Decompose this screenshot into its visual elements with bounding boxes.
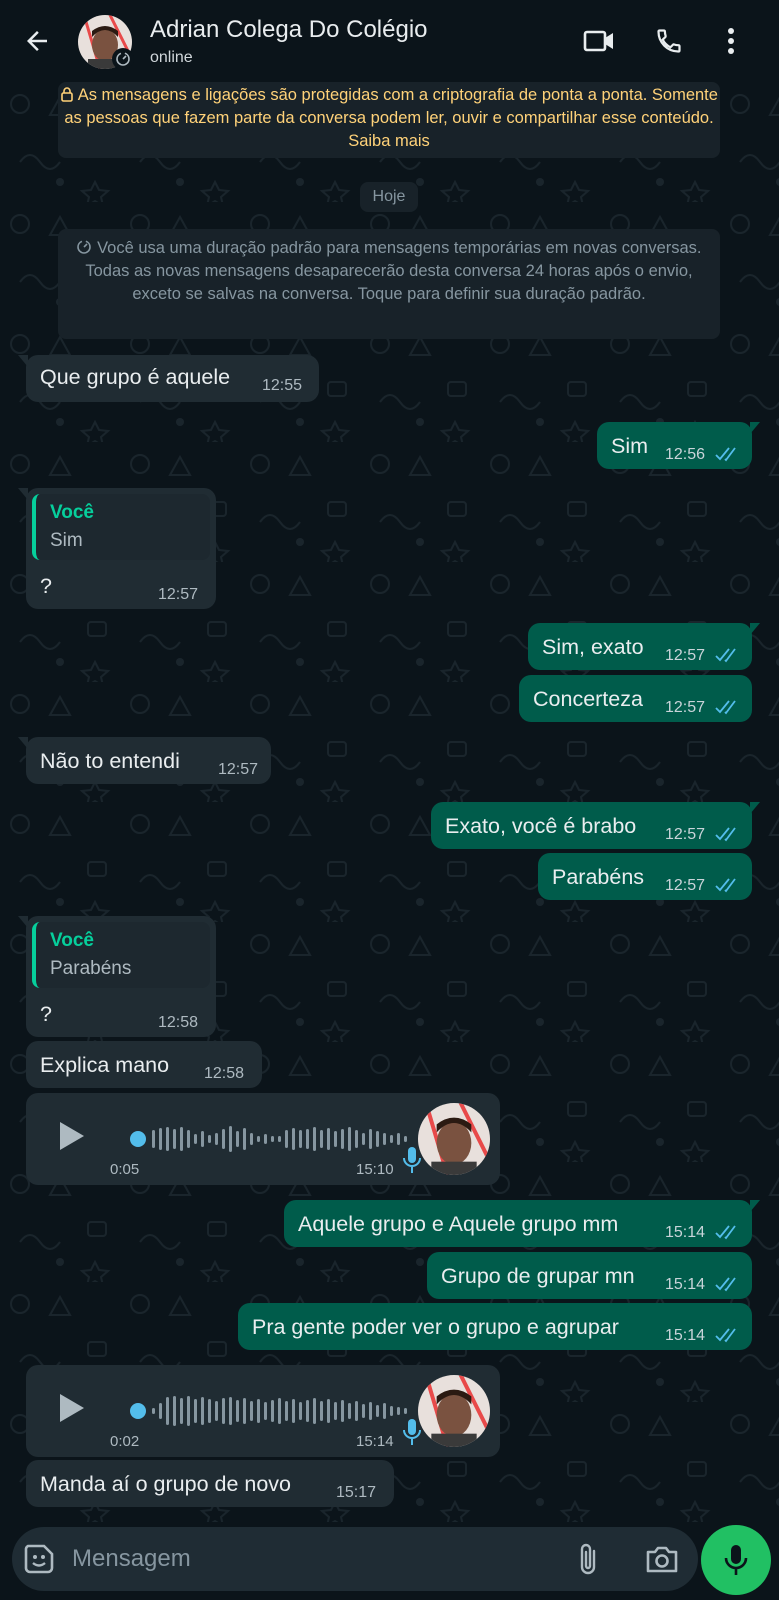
message-text: Manda aí o grupo de novo bbox=[40, 1472, 292, 1496]
audio-waveform[interactable] bbox=[104, 1121, 422, 1157]
message-incoming[interactable]: Explica mano 12:58 bbox=[26, 1041, 262, 1088]
message-text: Não to entendi bbox=[40, 749, 180, 773]
sender-avatar bbox=[418, 1103, 490, 1175]
playback-knob[interactable] bbox=[130, 1403, 146, 1419]
voice-duration: 0:02 bbox=[110, 1433, 140, 1450]
message-incoming[interactable]: Manda aí o grupo de novo 15:17 bbox=[26, 1460, 394, 1507]
message-outgoing[interactable]: Parabéns 12:57 bbox=[538, 853, 752, 900]
timer-icon bbox=[77, 240, 92, 254]
message-incoming-reply[interactable]: Você Sim ? 12:57 bbox=[18, 488, 216, 609]
message-time: 15:10 bbox=[356, 1161, 394, 1178]
voice-record-button[interactable] bbox=[701, 1525, 771, 1595]
double-check-read-icon bbox=[715, 700, 736, 715]
quote-text: Sim bbox=[50, 530, 83, 551]
encryption-notice-text: As mensagens e ligações são protegidas c… bbox=[64, 86, 718, 150]
voice-duration: 0:05 bbox=[110, 1161, 140, 1178]
more-vertical-icon[interactable] bbox=[714, 24, 748, 58]
message-text: ? bbox=[40, 1002, 52, 1026]
message-time: 15:14 bbox=[356, 1433, 394, 1450]
message-incoming[interactable]: Que grupo é aquele 12:55 bbox=[18, 355, 319, 402]
voice-message[interactable]: 0:05 15:10 bbox=[26, 1093, 500, 1185]
quote-author: Você bbox=[50, 930, 95, 951]
play-icon[interactable] bbox=[54, 1391, 88, 1425]
disappearing-timer-badge bbox=[112, 48, 134, 70]
double-check-read-icon bbox=[715, 878, 736, 893]
message-outgoing[interactable]: Exato, você é brabo 12:57 bbox=[431, 802, 760, 849]
message-time: 12:58 bbox=[204, 1065, 245, 1082]
message-text: Sim bbox=[611, 434, 649, 458]
message-text: Grupo de grupar mn bbox=[441, 1264, 635, 1288]
double-check-read-icon bbox=[715, 827, 736, 842]
message-time: 15:14 bbox=[665, 1327, 706, 1344]
mic-icon bbox=[403, 1419, 421, 1445]
message-outgoing[interactable]: Aquele grupo e Aquele grupo mm 15:14 bbox=[284, 1200, 760, 1247]
message-text: Exato, você é brabo bbox=[445, 814, 637, 838]
message-text: Parabéns bbox=[552, 865, 645, 889]
mic-icon bbox=[724, 1545, 748, 1575]
message-time: 15:17 bbox=[336, 1484, 377, 1501]
message-time: 12:57 bbox=[665, 826, 706, 843]
date-chip: Hoje bbox=[360, 182, 418, 212]
attach-icon[interactable] bbox=[572, 1541, 606, 1577]
message-time: 12:58 bbox=[158, 1014, 199, 1031]
temporary-messages-notice[interactable]: Você usa uma duração padrão para mensage… bbox=[58, 229, 720, 339]
message-time: 15:14 bbox=[665, 1224, 706, 1241]
message-input[interactable]: Mensagem bbox=[72, 1545, 191, 1573]
contact-avatar[interactable] bbox=[78, 15, 134, 70]
voice-message[interactable]: 0:02 15:14 bbox=[26, 1365, 500, 1457]
message-time: 12:55 bbox=[262, 377, 303, 394]
double-check-read-icon bbox=[715, 1225, 736, 1240]
message-input-bar: Mensagem bbox=[12, 1527, 698, 1591]
message-incoming-reply[interactable]: Você Parabéns ? 12:58 bbox=[18, 916, 216, 1037]
message-text: ? bbox=[40, 574, 52, 598]
double-check-read-icon bbox=[715, 1328, 736, 1343]
mic-icon bbox=[403, 1147, 421, 1173]
message-time: 12:57 bbox=[665, 647, 706, 664]
message-text: Explica mano bbox=[40, 1053, 170, 1077]
quoted-message[interactable]: Você Parabéns bbox=[32, 922, 210, 988]
message-text: Sim, exato bbox=[542, 635, 644, 659]
double-check-read-icon bbox=[715, 648, 736, 663]
emoji-icon[interactable] bbox=[22, 1542, 56, 1576]
message-time: 12:57 bbox=[218, 761, 259, 778]
message-time: 12:57 bbox=[158, 586, 199, 603]
video-call-icon[interactable] bbox=[582, 24, 616, 58]
audio-waveform[interactable] bbox=[104, 1393, 422, 1429]
quoted-message[interactable]: Você Sim bbox=[32, 494, 210, 560]
message-outgoing[interactable]: Pra gente poder ver o grupo e agrupar 15… bbox=[238, 1303, 752, 1350]
timer-icon bbox=[116, 52, 130, 66]
message-text: Concerteza bbox=[533, 687, 643, 711]
double-check-read-icon bbox=[715, 447, 736, 462]
message-outgoing[interactable]: Sim 12:56 bbox=[597, 422, 760, 469]
camera-icon[interactable] bbox=[644, 1543, 680, 1575]
message-outgoing[interactable]: Grupo de grupar mn 15:14 bbox=[427, 1252, 752, 1299]
play-icon[interactable] bbox=[54, 1119, 88, 1153]
message-time: 12:57 bbox=[665, 699, 706, 716]
contact-name[interactable]: Adrian Colega Do Colégio bbox=[150, 16, 428, 44]
quote-text: Parabéns bbox=[50, 958, 132, 979]
encryption-notice[interactable]: As mensagens e ligações são protegidas c… bbox=[58, 82, 720, 158]
message-outgoing[interactable]: Concerteza 12:57 bbox=[519, 675, 752, 722]
message-text: Que grupo é aquele bbox=[40, 365, 231, 389]
message-time: 15:14 bbox=[665, 1276, 706, 1293]
phone-icon[interactable] bbox=[652, 24, 686, 58]
message-time: 12:57 bbox=[665, 877, 706, 894]
message-text: Pra gente poder ver o grupo e agrupar bbox=[252, 1315, 619, 1339]
chat-header: Adrian Colega Do Colégio online bbox=[0, 0, 779, 82]
temporary-notice-text: Você usa uma duração padrão para mensage… bbox=[85, 239, 702, 303]
message-incoming[interactable]: Não to entendi 12:57 bbox=[18, 737, 271, 784]
contact-status: online bbox=[150, 49, 193, 66]
quote-author: Você bbox=[50, 502, 95, 523]
double-check-read-icon bbox=[715, 1277, 736, 1292]
back-arrow-icon[interactable] bbox=[22, 26, 52, 56]
playback-knob[interactable] bbox=[130, 1131, 146, 1147]
message-time: 12:56 bbox=[665, 446, 706, 463]
lock-icon bbox=[61, 87, 73, 102]
message-text: Aquele grupo e Aquele grupo mm bbox=[298, 1212, 619, 1236]
sender-avatar bbox=[418, 1375, 490, 1447]
message-outgoing[interactable]: Sim, exato 12:57 bbox=[528, 623, 760, 670]
